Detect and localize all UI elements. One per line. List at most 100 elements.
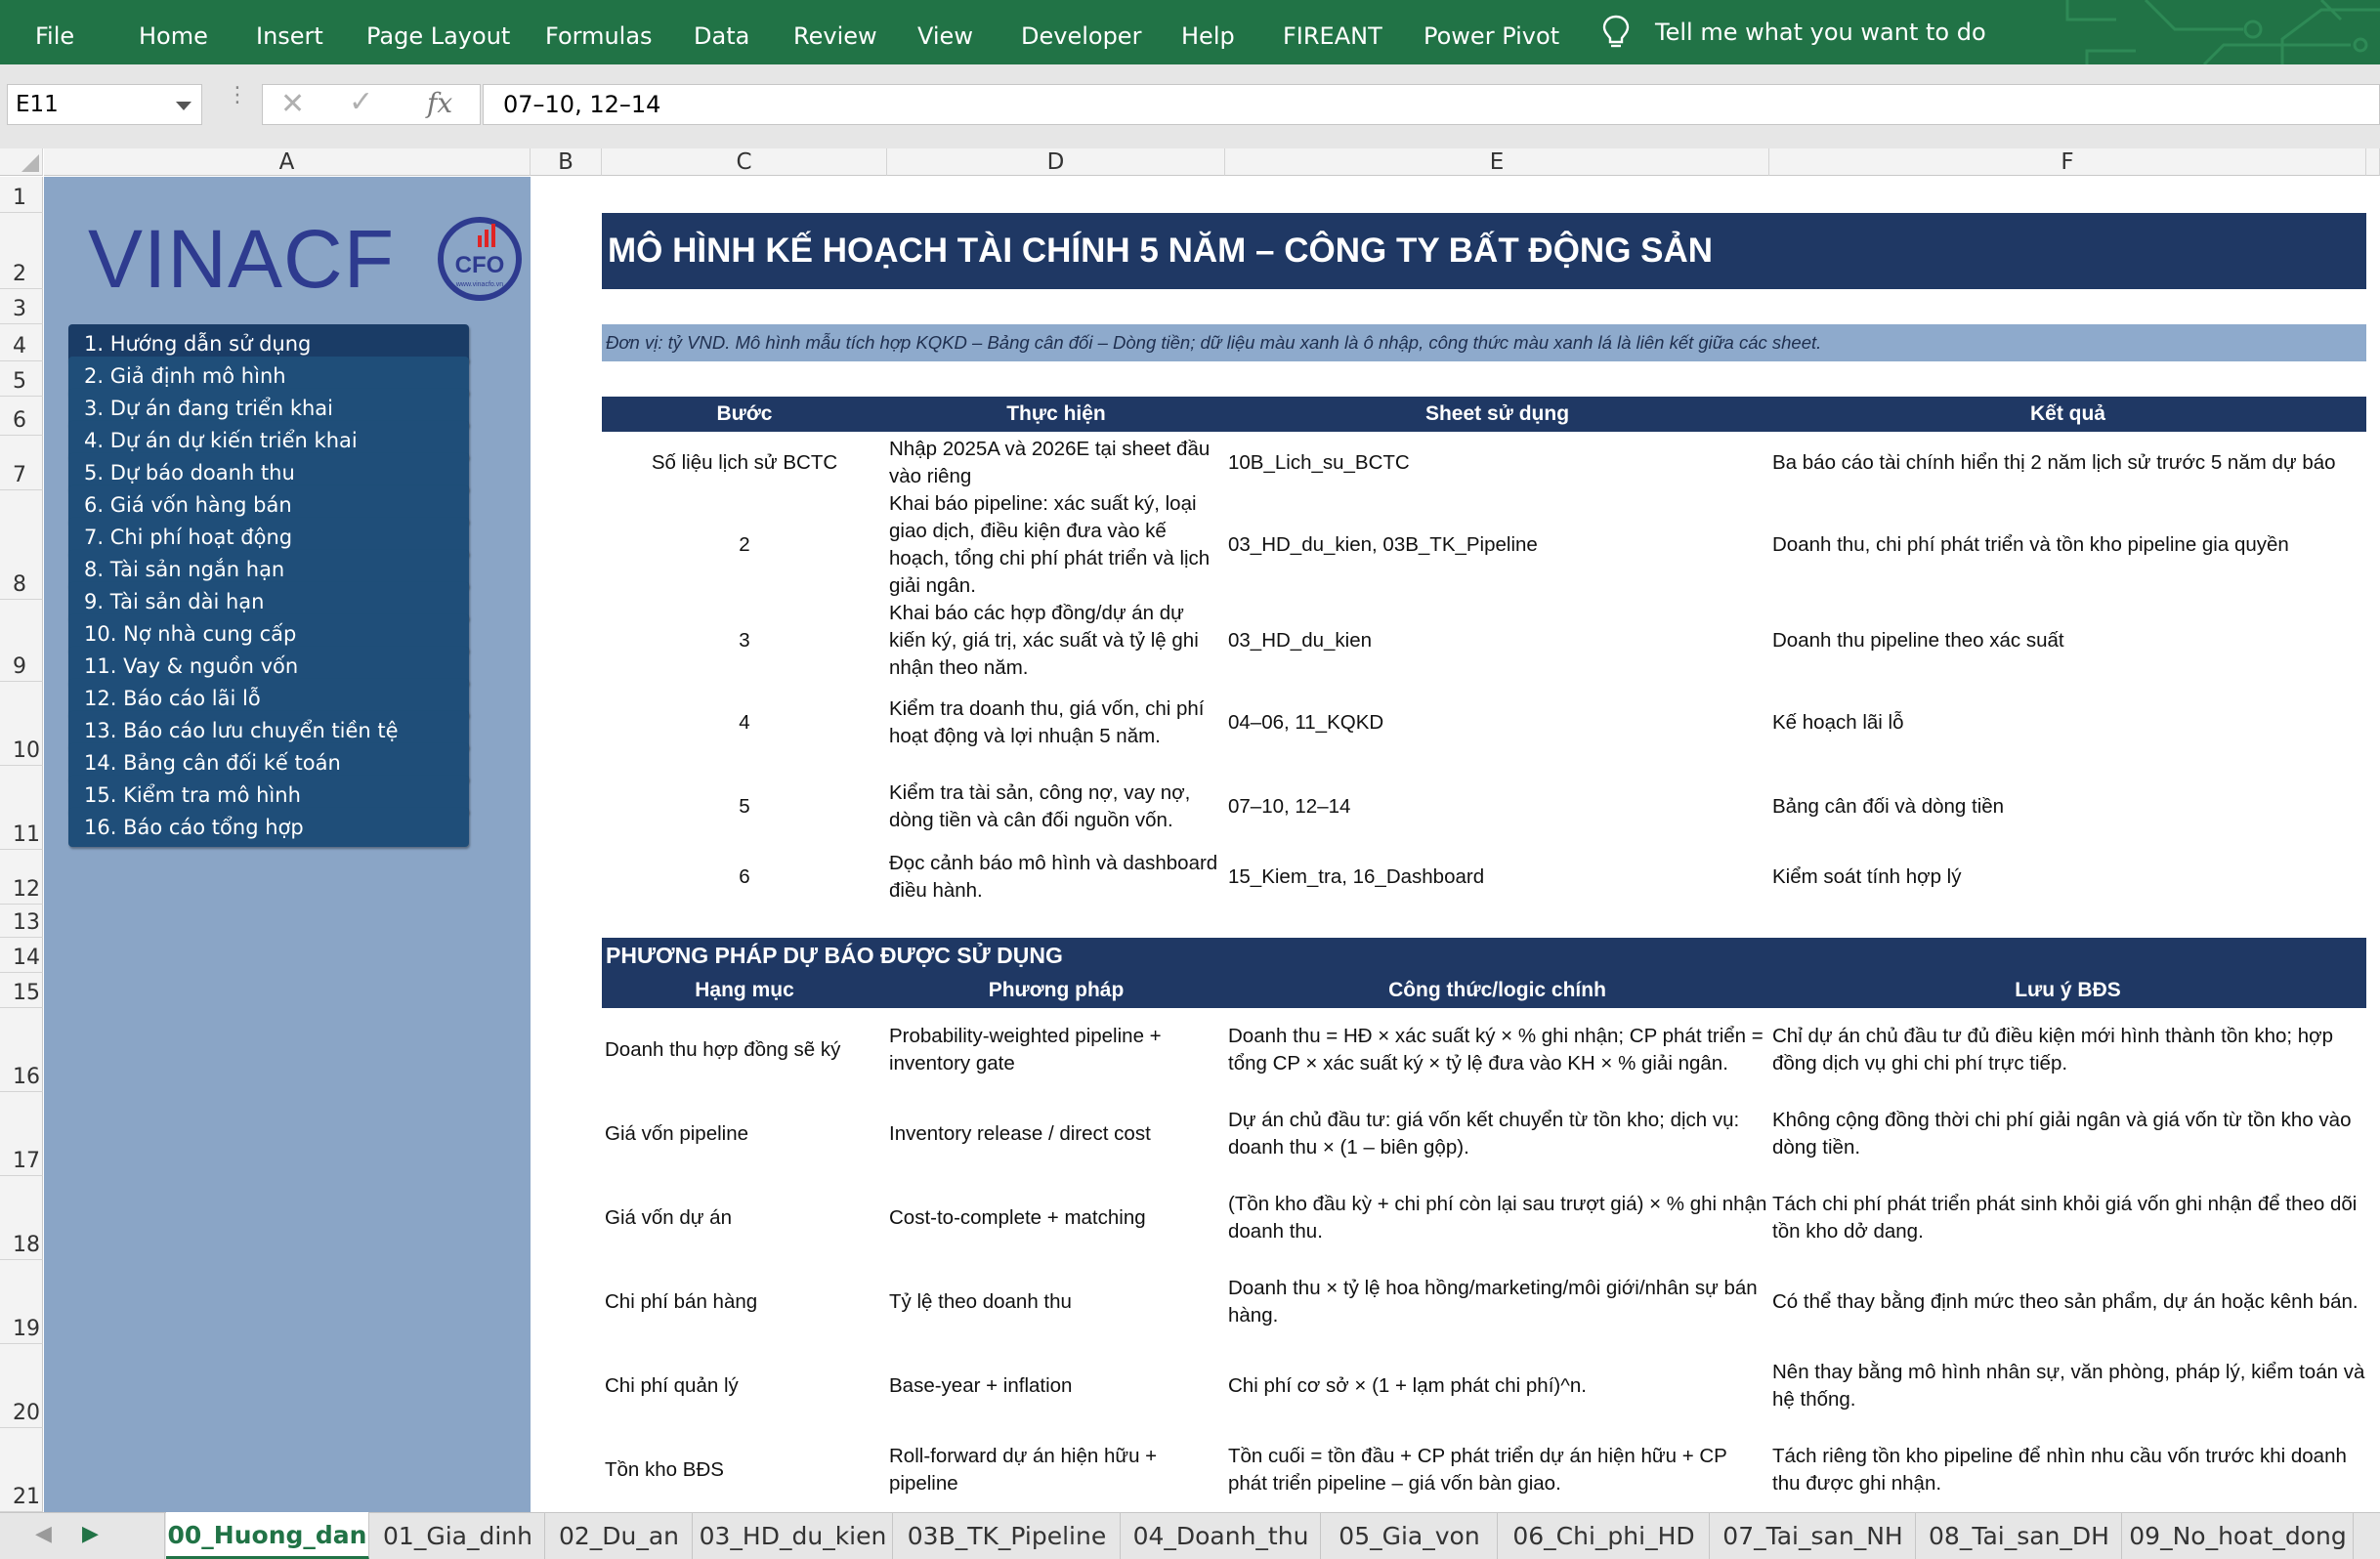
row-header-16[interactable]: 16 [0,1008,43,1092]
formula-input[interactable]: 07–10, 12–14 [483,84,2380,125]
method-cell[interactable]: Doanh thu = HĐ × xác suất ký × % ghi nhậ… [1228,1008,1767,1092]
row-header-11[interactable]: 11 [0,766,43,850]
column-header-b[interactable]: B [531,148,602,176]
step-cell[interactable]: 10B_Lich_su_BCTC [1228,436,1767,490]
sheet-tab-04-doanh-thu[interactable]: 04_Doanh_thu [1122,1513,1321,1559]
ribbon-tab-view[interactable]: View [917,0,973,64]
sheet-tab-02-du-an[interactable]: 02_Du_an [546,1513,693,1559]
step-cell[interactable]: Khai báo các hợp đồng/dự án dự kiến ký, … [889,600,1225,682]
method-cell[interactable]: Tồn cuối = tồn đầu + CP phát triển dự án… [1228,1428,1767,1512]
step-cell[interactable]: Kiểm soát tính hợp lý [1772,850,2366,905]
method-cell[interactable]: Tồn kho BĐS [605,1428,887,1512]
step-cell[interactable]: 3 [602,600,887,682]
column-header-d[interactable]: D [887,148,1225,176]
row-header-5[interactable]: 5 [0,361,43,397]
method-cell[interactable]: Probability-weighted pipeline + inventor… [889,1008,1225,1092]
column-header-g[interactable] [2366,148,2380,176]
column-header-f[interactable]: F [1769,148,2366,176]
method-cell[interactable]: Chi phí quản lý [605,1344,887,1428]
method-cell[interactable]: Cost-to-complete + matching [889,1176,1225,1260]
step-cell-selected[interactable]: 07–10, 12–14 [1228,766,1767,848]
method-cell[interactable]: Nên thay bằng mô hình nhân sự, văn phòng… [1772,1344,2366,1428]
drag-handle-icon[interactable]: ⋮ [227,84,248,105]
cancel-icon[interactable]: ✕ [280,87,305,121]
step-cell[interactable]: 15_Kiem_tra, 16_Dashboard [1228,850,1767,905]
row-header-12[interactable]: 12 [0,850,43,905]
method-cell[interactable]: Dự án chủ đầu tư: giá vốn kết chuyển từ … [1228,1092,1767,1176]
row-header-14[interactable]: 14 [0,938,43,973]
method-cell[interactable]: Giá vốn pipeline [605,1092,887,1176]
row-header-3[interactable]: 3 [0,289,43,324]
row-header-10[interactable]: 10 [0,682,43,766]
tab-scroll-right-icon[interactable]: ▶ [82,1521,99,1546]
method-cell[interactable]: Có thể thay bằng định mức theo sản phẩm,… [1772,1260,2366,1344]
method-cell[interactable]: Giá vốn dự án [605,1176,887,1260]
step-cell[interactable]: 2 [602,490,887,600]
step-cell[interactable]: 6 [602,850,887,905]
step-cell[interactable]: Doanh thu, chi phí phát triển và tồn kho… [1772,490,2366,600]
step-cell[interactable]: Số liệu lịch sử BCTC [602,436,887,490]
chevron-down-icon[interactable] [176,102,191,110]
step-cell[interactable]: 03_HD_du_kien [1228,600,1767,682]
sheet-tab-08-tai-san-dh[interactable]: 08_Tai_san_DH [1917,1513,2122,1559]
step-cell[interactable]: Khai báo pipeline: xác suất ký, loại gia… [889,490,1225,600]
step-cell[interactable]: Kiểm tra tài sản, công nợ, vay nợ, dòng … [889,766,1225,848]
sheet-tab-09-no-hoat-dong[interactable]: 09_No_hoat_dong [2123,1513,2354,1559]
column-header-a[interactable]: A [44,148,531,176]
method-cell[interactable]: Doanh thu × tỷ lệ hoa hồng/marketing/môi… [1228,1260,1767,1344]
ribbon-tab-file[interactable]: File [35,0,74,64]
row-header-9[interactable]: 9 [0,600,43,682]
ribbon-tab-help[interactable]: Help [1181,0,1235,64]
row-header-4[interactable]: 4 [0,324,43,361]
step-cell[interactable]: 04–06, 11_KQKD [1228,682,1767,764]
ribbon-tab-page-layout[interactable]: Page Layout [366,0,510,64]
method-cell[interactable]: Tách chi phí phát triển phát sinh khỏi g… [1772,1176,2366,1260]
tell-me-box[interactable]: Tell me what you want to do [1602,0,1986,64]
row-header-18[interactable]: 18 [0,1176,43,1260]
step-cell[interactable]: 03_HD_du_kien, 03B_TK_Pipeline [1228,490,1767,600]
insert-function-icon[interactable]: fx [427,87,452,119]
row-header-20[interactable]: 20 [0,1344,43,1428]
ribbon-tab-developer[interactable]: Developer [1021,0,1141,64]
name-box[interactable]: E11 [7,84,202,125]
method-cell[interactable]: Base-year + inflation [889,1344,1225,1428]
method-cell[interactable]: Tách riêng tồn kho pipeline để nhìn nhu … [1772,1428,2366,1512]
method-cell[interactable]: Tỷ lệ theo doanh thu [889,1260,1225,1344]
row-header-15[interactable]: 15 [0,973,43,1008]
row-header-1[interactable]: 1 [0,177,43,213]
enter-icon[interactable]: ✓ [349,85,373,119]
ribbon-tab-home[interactable]: Home [139,0,208,64]
row-header-7[interactable]: 7 [0,436,43,490]
row-header-17[interactable]: 17 [0,1092,43,1176]
ribbon-tab-fireant[interactable]: FIREANT [1283,0,1382,64]
row-header-6[interactable]: 6 [0,397,43,436]
sheet-tab-06-chi-phi-hd[interactable]: 06_Chi_phi_HD [1499,1513,1710,1559]
column-header-e[interactable]: E [1225,148,1769,176]
method-cell[interactable]: Không cộng đồng thời chi phí giải ngân v… [1772,1092,2366,1176]
ribbon-tab-insert[interactable]: Insert [256,0,323,64]
tab-scroll-left-icon[interactable]: ◀ [35,1521,52,1546]
step-cell[interactable]: Nhập 2025A và 2026E tại sheet đầu vào ri… [889,436,1225,490]
row-header-13[interactable]: 13 [0,905,43,938]
step-cell[interactable]: Doanh thu pipeline theo xác suất [1772,600,2366,682]
ribbon-tab-data[interactable]: Data [694,0,749,64]
sheet-tab-07-tai-san-nh[interactable]: 07_Tai_san_NH [1711,1513,1916,1559]
sheet-tab-05-gia-von[interactable]: 05_Gia_von [1322,1513,1498,1559]
sheet-tab-03-hd-du-kien[interactable]: 03_HD_du_kien [694,1513,893,1559]
method-cell[interactable]: (Tồn kho đầu kỳ + chi phí còn lại sau tr… [1228,1176,1767,1260]
sheet-tab-01-gia-dinh[interactable]: 01_Gia_dinh [371,1513,545,1559]
method-cell[interactable]: Roll-forward dự án hiện hữu + pipeline [889,1428,1225,1512]
ribbon-tab-power-pivot[interactable]: Power Pivot [1424,0,1559,64]
select-all-corner[interactable] [0,148,43,176]
step-cell[interactable]: Ba báo cáo tài chính hiển thị 2 năm lịch… [1772,436,2366,490]
ribbon-tab-review[interactable]: Review [793,0,877,64]
column-header-c[interactable]: C [602,148,887,176]
nav-button-bao-cao-tong-hop[interactable]: 16. Báo cáo tổng hợp [68,808,469,847]
step-cell[interactable]: 4 [602,682,887,764]
row-header-8[interactable]: 8 [0,490,43,600]
step-cell[interactable]: 5 [602,766,887,848]
method-cell[interactable]: Inventory release / direct cost [889,1092,1225,1176]
step-cell[interactable]: Đọc cảnh báo mô hình và dashboard điều h… [889,850,1225,905]
step-cell[interactable]: Kiểm tra doanh thu, giá vốn, chi phí hoạ… [889,682,1225,764]
sheet-tab-00-huong-dan[interactable]: 00_Huong_dan [166,1512,369,1559]
